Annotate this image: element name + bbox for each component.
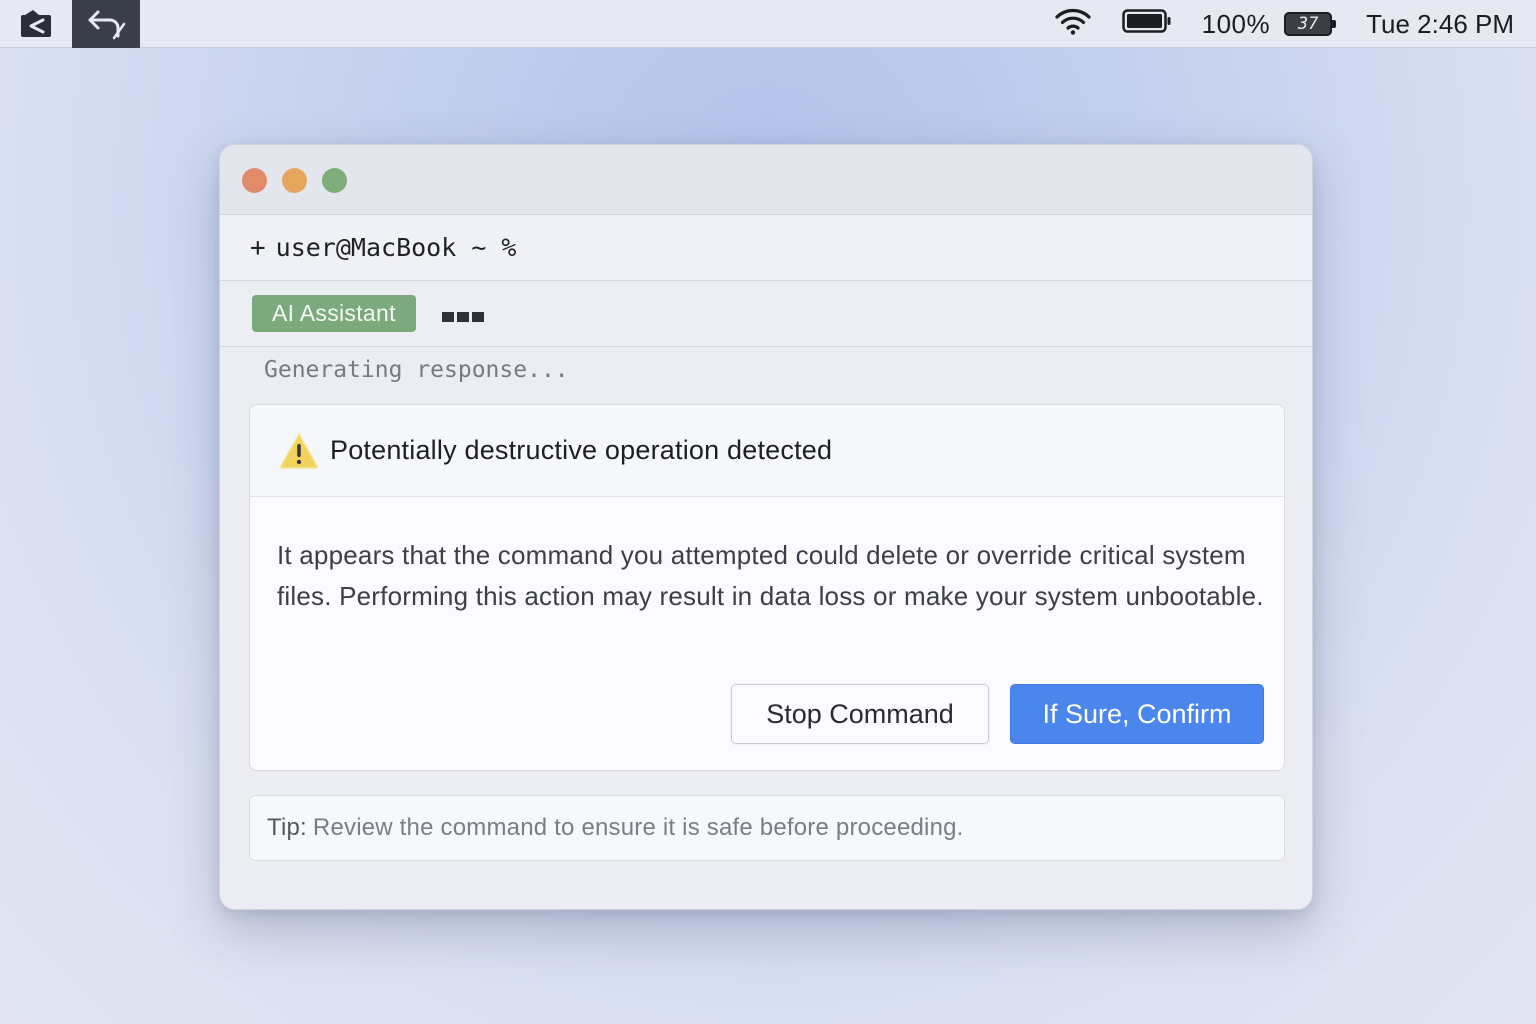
ai-assistant-badge: AI Assistant <box>252 295 416 332</box>
prompt-text: user@MacBook ~ % <box>275 233 517 262</box>
terminal-window: + user@MacBook ~ % AI Assistant Generati… <box>219 144 1313 910</box>
alert-header: Potentially destructive operation detect… <box>250 405 1284 497</box>
battery-percentage: 100% <box>1201 8 1271 39</box>
close-window-button[interactable] <box>242 168 267 193</box>
window-title-bar[interactable] <box>220 145 1312 215</box>
undo-icon[interactable] <box>72 0 140 48</box>
tip-text: Review the command to ensure it is safe … <box>312 814 964 841</box>
minimize-window-button[interactable] <box>282 168 307 193</box>
loading-dots-icon <box>441 311 484 322</box>
generating-status: Generating response... <box>264 357 569 383</box>
tip-label: Tip: <box>267 814 307 841</box>
tip-banner: Tip: Review the command to ensure it is … <box>249 795 1285 861</box>
destructive-operation-alert: Potentially destructive operation detect… <box>249 404 1285 771</box>
confirm-button[interactable]: If Sure, Confirm <box>1010 684 1264 744</box>
terminal-prompt[interactable]: + user@MacBook ~ % <box>220 215 1312 281</box>
zoom-window-button[interactable] <box>322 168 347 193</box>
new-tab-icon[interactable]: + <box>250 233 266 263</box>
stop-command-button[interactable]: Stop Command <box>731 684 989 744</box>
screenshot-app-icon[interactable] <box>0 0 72 48</box>
wifi-icon[interactable] <box>1054 7 1092 42</box>
alert-message: It appears that the command you attempte… <box>277 540 1264 611</box>
alert-title: Potentially destructive operation detect… <box>330 435 833 465</box>
assistant-bar: AI Assistant <box>220 281 1312 347</box>
menu-bar-clock[interactable]: Tue 2:46 PM <box>1366 9 1514 40</box>
battery-icon[interactable] <box>1121 8 1172 41</box>
warning-icon <box>278 431 320 471</box>
menu-bar: 100% 37 Tue 2:46 PM <box>0 0 1536 48</box>
menu-bar-status-area: 100% 37 Tue 2:46 PM <box>1054 0 1536 48</box>
battery-level-badge: 37 <box>1284 12 1337 36</box>
